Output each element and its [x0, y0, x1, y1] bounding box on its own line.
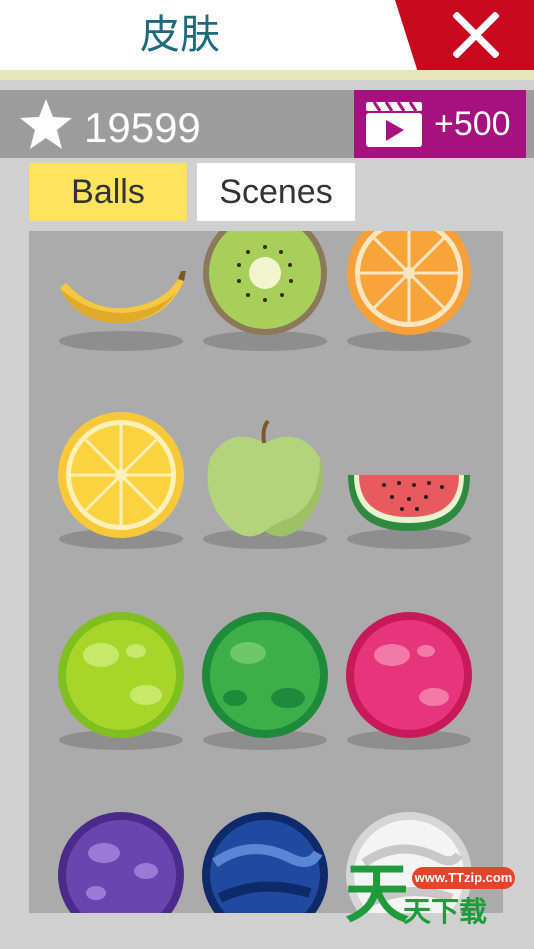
- page-title: 皮肤: [140, 12, 220, 58]
- score-value: 19599: [84, 104, 201, 151]
- skin-lime-ball[interactable]: [46, 603, 196, 753]
- video-clapper-icon: [366, 101, 422, 147]
- skin-lemon[interactable]: [46, 403, 196, 553]
- tab-scenes[interactable]: Scenes: [197, 163, 355, 221]
- close-button[interactable]: [395, 0, 534, 70]
- watch-ad-button[interactable]: +500: [354, 90, 526, 158]
- skin-green-apple[interactable]: [190, 403, 340, 553]
- skin-orange[interactable]: [334, 231, 484, 363]
- skin-pink-ball[interactable]: [334, 603, 484, 753]
- skin-banana[interactable]: [46, 231, 196, 363]
- tab-balls[interactable]: Balls: [29, 163, 187, 221]
- star-icon: [20, 99, 72, 149]
- skin-grid: [29, 231, 503, 913]
- skin-blue-ball[interactable]: [190, 803, 340, 913]
- skin-watermelon[interactable]: [334, 403, 484, 553]
- watermark: 天 www.TTzip.com 天下载: [345, 858, 520, 933]
- skin-green-ball[interactable]: [190, 603, 340, 753]
- watermark-big-glyph: 天: [345, 858, 409, 932]
- close-icon: [453, 12, 499, 58]
- watermark-url: www.TTzip.com: [412, 867, 515, 889]
- top-bar: 皮肤: [0, 0, 534, 70]
- skin-purple-ball[interactable]: [46, 803, 196, 913]
- ad-reward-label: +500: [434, 105, 511, 143]
- skin-kiwi[interactable]: [190, 231, 340, 363]
- watermark-text: 天下载: [403, 895, 488, 928]
